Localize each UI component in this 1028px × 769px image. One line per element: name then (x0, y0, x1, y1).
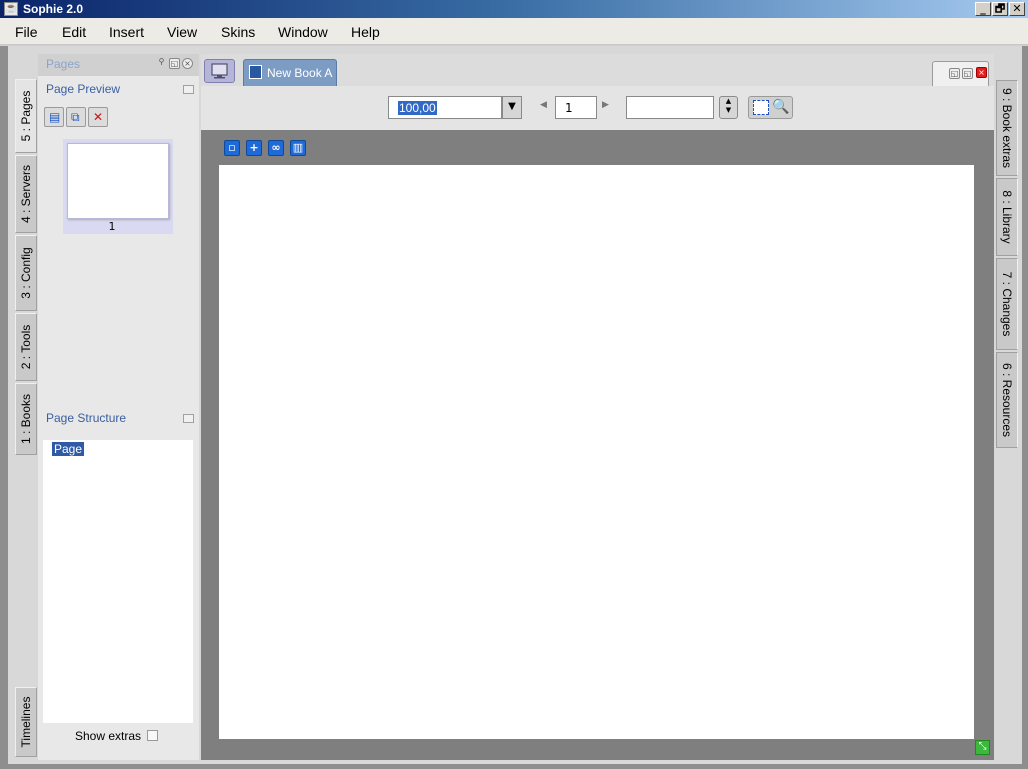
tab-config[interactable]: 3 : Config (15, 235, 37, 311)
window-title: Sophie 2.0 (23, 2, 84, 16)
java-app-icon: ☕ (4, 2, 18, 16)
page-thumbnail-number: 1 (108, 220, 116, 233)
pages-panel-header: Pages ⚲ ◱ × (38, 54, 199, 76)
delete-page-button[interactable]: ✕ (88, 107, 108, 127)
page-structure-title: Page Structure (46, 411, 127, 425)
show-extras-label: Show extras (75, 729, 142, 743)
tab-pages-label: 5 : Pages (19, 90, 33, 142)
menu-bar: File Edit Insert View Skins Window Help (0, 18, 1028, 45)
page-number-field[interactable]: 1 (555, 96, 597, 119)
menu-insert[interactable]: Insert (109, 24, 144, 40)
zoom-combobox[interactable]: 100,00 (388, 96, 502, 119)
tab-new-book-a-label: New Book A (267, 66, 333, 80)
page-canvas[interactable] (219, 165, 974, 739)
tab-resources-label: 6 : Resources (1000, 362, 1014, 438)
monitor-icon (211, 63, 228, 79)
show-extras-checkbox[interactable] (147, 730, 158, 741)
page-preview-title: Page Preview (46, 82, 121, 96)
tab-resources[interactable]: 6 : Resources (996, 352, 1018, 448)
tab-new-book-a[interactable]: New Book A (243, 59, 337, 86)
resize-handle-icon[interactable]: ⤡ (975, 740, 990, 755)
close-document-icon[interactable]: × (976, 67, 987, 78)
pin-icon[interactable]: ⚲ (156, 57, 167, 68)
duplicate-page-icon: ⧉ (71, 110, 80, 124)
tile-windows-icon[interactable]: ◱ (949, 68, 960, 79)
zoom-value: 100,00 (398, 101, 437, 115)
menu-help[interactable]: Help (351, 24, 380, 40)
tab-tools-label: 2 : Tools (19, 324, 33, 370)
previous-page-button[interactable]: ◀ (540, 100, 547, 110)
tab-book-extras-label: 9 : Book extras (1000, 87, 1014, 169)
link-icon[interactable]: ∞ (268, 140, 284, 156)
page-structure-tree[interactable] (43, 440, 193, 723)
spinner-field[interactable] (626, 96, 714, 119)
book-icon (249, 65, 262, 79)
tab-changes[interactable]: 7 : Changes (996, 258, 1018, 350)
spinner-buttons[interactable]: ▲ ▼ (719, 96, 738, 119)
tab-tools[interactable]: 2 : Tools (15, 313, 37, 381)
restore-button[interactable]: 🗗 (992, 2, 1008, 16)
page-number-value: 1 (565, 101, 573, 115)
tab-book-extras[interactable]: 9 : Book extras (996, 80, 1018, 176)
duplicate-page-button[interactable]: ⧉ (66, 107, 86, 127)
page-thumbnail[interactable] (67, 143, 169, 219)
undock-icon[interactable]: ◱ (169, 58, 180, 69)
tab-servers-label: 4 : Servers (19, 164, 33, 224)
next-page-button[interactable]: ▶ (602, 100, 609, 110)
add-icon[interactable]: + (246, 140, 262, 156)
marquee-select-icon[interactable] (753, 100, 769, 115)
preview-mode-button[interactable] (204, 59, 235, 83)
structure-item-page[interactable]: Page (52, 442, 85, 456)
delete-icon: ✕ (93, 110, 104, 124)
magnifier-icon[interactable]: 🔍 (772, 99, 789, 115)
tab-library[interactable]: 8 : Library (996, 178, 1018, 256)
pages-panel-title: Pages (46, 57, 81, 71)
tab-config-label: 3 : Config (19, 247, 33, 299)
menu-skins[interactable]: Skins (221, 24, 255, 40)
tab-timelines[interactable]: Timelines (15, 687, 37, 757)
tab-books[interactable]: 1 : Books (15, 383, 37, 455)
tab-library-label: 8 : Library (1000, 190, 1014, 244)
menu-window[interactable]: Window (278, 24, 328, 40)
tab-changes-label: 7 : Changes (1000, 271, 1014, 337)
new-page-icon: ▤ (49, 110, 61, 124)
select-zoom-tools: 🔍 (748, 96, 793, 119)
close-button[interactable]: ✕ (1009, 2, 1025, 16)
page-preview-undock-icon[interactable] (183, 85, 194, 94)
minimize-button[interactable]: _ (975, 2, 991, 16)
close-panel-icon[interactable]: × (182, 58, 193, 69)
page-structure-undock-icon[interactable] (183, 414, 194, 423)
document-controls: ◱ ◱ × (932, 61, 989, 86)
tab-pages[interactable]: 5 : Pages (15, 79, 37, 153)
tab-books-label: 1 : Books (19, 393, 33, 445)
menu-file[interactable]: File (15, 24, 38, 40)
document-toolbar (201, 86, 994, 130)
new-page-button[interactable]: ▤ (44, 107, 64, 127)
title-bar: ☕ Sophie 2.0 _ 🗗 ✕ (0, 0, 1028, 18)
menu-edit[interactable]: Edit (62, 24, 86, 40)
menu-view[interactable]: View (167, 24, 197, 40)
new-frame-icon[interactable]: ▫ (224, 140, 240, 156)
cascade-windows-icon[interactable]: ◱ (962, 68, 973, 79)
tab-timelines-label: Timelines (19, 696, 33, 748)
zoom-dropdown-button[interactable]: ▼ (502, 96, 522, 119)
chart-icon[interactable]: ▥ (290, 140, 306, 156)
tab-servers[interactable]: 4 : Servers (15, 155, 37, 233)
